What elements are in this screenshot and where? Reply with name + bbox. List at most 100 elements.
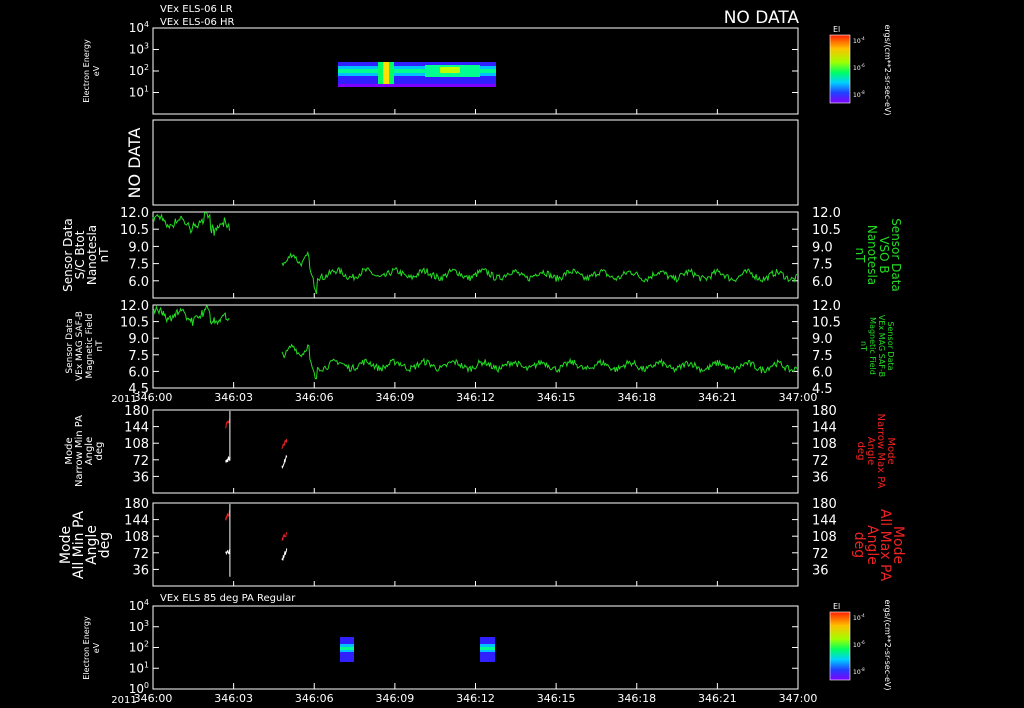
panel3-ytick-r-4: 6.0 bbox=[812, 275, 833, 290]
panel7-cbtick-2: 10-8 bbox=[853, 667, 865, 676]
panel1-ytick-0: 104 bbox=[129, 20, 149, 35]
panel5-left-line-3: deg bbox=[94, 442, 105, 461]
panel4-ytick-r-1: 10.5 bbox=[812, 316, 841, 331]
panel6-ytick-r-2: 108 bbox=[812, 530, 837, 545]
panel6-max-seg-1 bbox=[281, 531, 288, 541]
header-line-2: VEx ELS-06 HR bbox=[160, 17, 235, 28]
panel4-ytick-r-3: 7.5 bbox=[812, 349, 833, 364]
panel7-cbtick-exp-1: -6 bbox=[861, 640, 865, 645]
panel1-ytick-0-exp: 4 bbox=[144, 20, 149, 29]
panel3-ytick-r-1: 10.5 bbox=[812, 223, 841, 238]
panel5-series bbox=[225, 410, 288, 469]
panel1-cbtick-base-1: 10 bbox=[853, 65, 861, 72]
panel5-ytick-r-2: 108 bbox=[812, 437, 837, 452]
panel4-ytick-r-4: 6.0 bbox=[812, 365, 833, 380]
panel3-ytick-r-0: 12.0 bbox=[812, 206, 841, 221]
panel7-ytick-0-exp: 4 bbox=[144, 598, 149, 607]
panel5-ytick-labels: 180 180144 144108 10872 7236 36 bbox=[124, 404, 837, 485]
panel7-ylabel-1: Electron Energy bbox=[82, 616, 91, 680]
panel7-xtick-1: 346:03 bbox=[214, 692, 253, 705]
panel7-xtick-5: 346:15 bbox=[537, 692, 576, 705]
panel1-ytick-1-exp: 3 bbox=[144, 42, 149, 51]
panel4-xtick-4: 346:12 bbox=[456, 391, 495, 404]
panel6-ytick-r-1: 144 bbox=[812, 514, 837, 529]
panel7-ylabel-2: eV bbox=[92, 642, 101, 653]
panel2-frame bbox=[152, 119, 799, 206]
panel7-xtick-8: 347:00 bbox=[779, 692, 818, 705]
panel5-ylabel-right: ModeNarrow Max PAAngledeg bbox=[855, 414, 896, 489]
panel6-ytick-l-2: 108 bbox=[124, 530, 149, 545]
panel7-ytick-2-base: 10 bbox=[129, 641, 144, 655]
plot-canvas: VEx ELS-06 LR VEx ELS-06 HR NO DATA Elec… bbox=[58, 4, 906, 706]
panel7-ytick-4-exp: 0 bbox=[144, 681, 149, 690]
panel7-ytick-2-exp: 2 bbox=[144, 640, 149, 649]
panel7-xtick-labels: 346:00 346:03 346:06 346:09 346:12 346:15 346:… bbox=[134, 683, 818, 705]
panel4-segment-2 bbox=[281, 343, 798, 380]
panel7-cbtick-base-0: 10 bbox=[853, 615, 861, 622]
panel7-colorbar-label: El bbox=[833, 602, 840, 611]
panel1-ylabel-1: Electron Energy bbox=[82, 39, 91, 103]
panel6-right-line-3: deg bbox=[851, 532, 867, 558]
panel4-ytick-l-1: 10.5 bbox=[120, 316, 149, 331]
panel4-xtick-5: 346:15 bbox=[537, 391, 576, 404]
panel1-cbtick-0: 10-4 bbox=[853, 36, 865, 45]
panel7-ytick-1-base: 10 bbox=[129, 620, 144, 634]
panel6-max-seg-0 bbox=[225, 510, 231, 521]
panel4-xtick-labels: 346:00 346:03 346:06 346:09 346:12 346:15 346:… bbox=[134, 109, 817, 586]
panel4-xtick-7: 346:21 bbox=[698, 391, 737, 404]
panel4-left-line-1: VEx MAG SAF-B bbox=[75, 311, 85, 381]
panel7-cbtick-1: 10-6 bbox=[853, 640, 865, 649]
panel4-right-line-0: Sensor Data bbox=[886, 321, 895, 370]
panel3-ytick-r-2: 9.0 bbox=[812, 240, 833, 255]
panel4-xtick-2: 346:06 bbox=[295, 391, 334, 404]
panel7-cbtick-base-1: 10 bbox=[853, 642, 861, 649]
panel4-ytick-r-0: 12.0 bbox=[812, 299, 841, 314]
panel3-ytick-l-2: 9.0 bbox=[128, 240, 149, 255]
panel6-ylabel-right: ModeAll Max PAAngledeg bbox=[851, 509, 906, 582]
panel1-ytick-2: 102 bbox=[129, 63, 149, 78]
panel6-ytick-r-0: 180 bbox=[812, 497, 837, 512]
panel7-xtick-4: 346:12 bbox=[456, 692, 495, 705]
panel4-frame bbox=[152, 304, 799, 389]
panel4-left-line-2: Magnetic Field bbox=[85, 314, 95, 379]
panel7-colorbar bbox=[829, 611, 851, 681]
panel5-ytick-l-0: 180 bbox=[124, 404, 149, 419]
panel7-cbtick-exp-0: -4 bbox=[861, 613, 865, 618]
panel1-colorbar bbox=[829, 34, 851, 104]
panel6-ytick-l-0: 180 bbox=[124, 497, 149, 512]
panel5-max-seg-0 bbox=[225, 418, 231, 429]
panel1-ylabel-2: eV bbox=[92, 65, 101, 76]
panel7-ytick-0-base: 10 bbox=[129, 599, 144, 613]
panel6-min-seg-0 bbox=[225, 549, 231, 556]
panel1-cbtick-base-0: 10 bbox=[853, 38, 861, 45]
panel3-ytick-l-3: 7.5 bbox=[128, 258, 149, 273]
panel6-ytick-labels: 180 180144 144108 10872 7236 36 bbox=[124, 497, 837, 578]
panel5-ytick-r-0: 180 bbox=[812, 404, 837, 419]
panel6-series bbox=[225, 503, 288, 577]
panel4-ytick-l-2: 9.0 bbox=[128, 332, 149, 347]
panel1-spectrogram bbox=[338, 62, 496, 87]
panel4-xtick-1: 346:03 bbox=[214, 391, 253, 404]
panel7-ytick-3-base: 10 bbox=[129, 661, 144, 675]
panel7-xtick-7: 346:21 bbox=[698, 692, 737, 705]
panel1-colorbar-ticks: 10-410-610-8 bbox=[853, 36, 865, 99]
panel4-ytick-l-0: 12.0 bbox=[120, 299, 149, 314]
panel1-cbtick-exp-0: -4 bbox=[861, 36, 865, 41]
panel3-segment-1 bbox=[152, 212, 230, 236]
panel3-right-line-3: nT bbox=[853, 248, 867, 264]
panel5-ytick-r-1: 144 bbox=[812, 421, 837, 436]
panel1-cbtick-1: 10-6 bbox=[853, 63, 865, 72]
panel2-nodata-label: NO DATA bbox=[125, 128, 144, 199]
panel4-ytick-r-2: 9.0 bbox=[812, 332, 833, 347]
panel7-xtick-0: 346:00 bbox=[134, 692, 173, 705]
panel5-ylabel-left: Mode Narrow Min PA Angle deg bbox=[64, 415, 105, 487]
panel4-right-line-1: VEx MAG SAF-B bbox=[877, 315, 886, 377]
panel4-ylabel-right: Sensor DataVEx MAG SAF-BMagnetic FieldnT bbox=[859, 315, 895, 377]
panel5-min-seg-1 bbox=[281, 455, 288, 469]
panel5-ytick-l-4: 36 bbox=[132, 470, 149, 485]
panel1-ytick-2-exp: 2 bbox=[144, 63, 149, 72]
panel4-left-line-3: nT bbox=[95, 340, 105, 352]
panel5-ytick-l-3: 72 bbox=[132, 454, 149, 469]
panel1-ytick-2-base: 10 bbox=[129, 64, 144, 78]
colorbar-unit-top: ergs/(cm**2-sr-sec-eV) bbox=[883, 24, 892, 115]
